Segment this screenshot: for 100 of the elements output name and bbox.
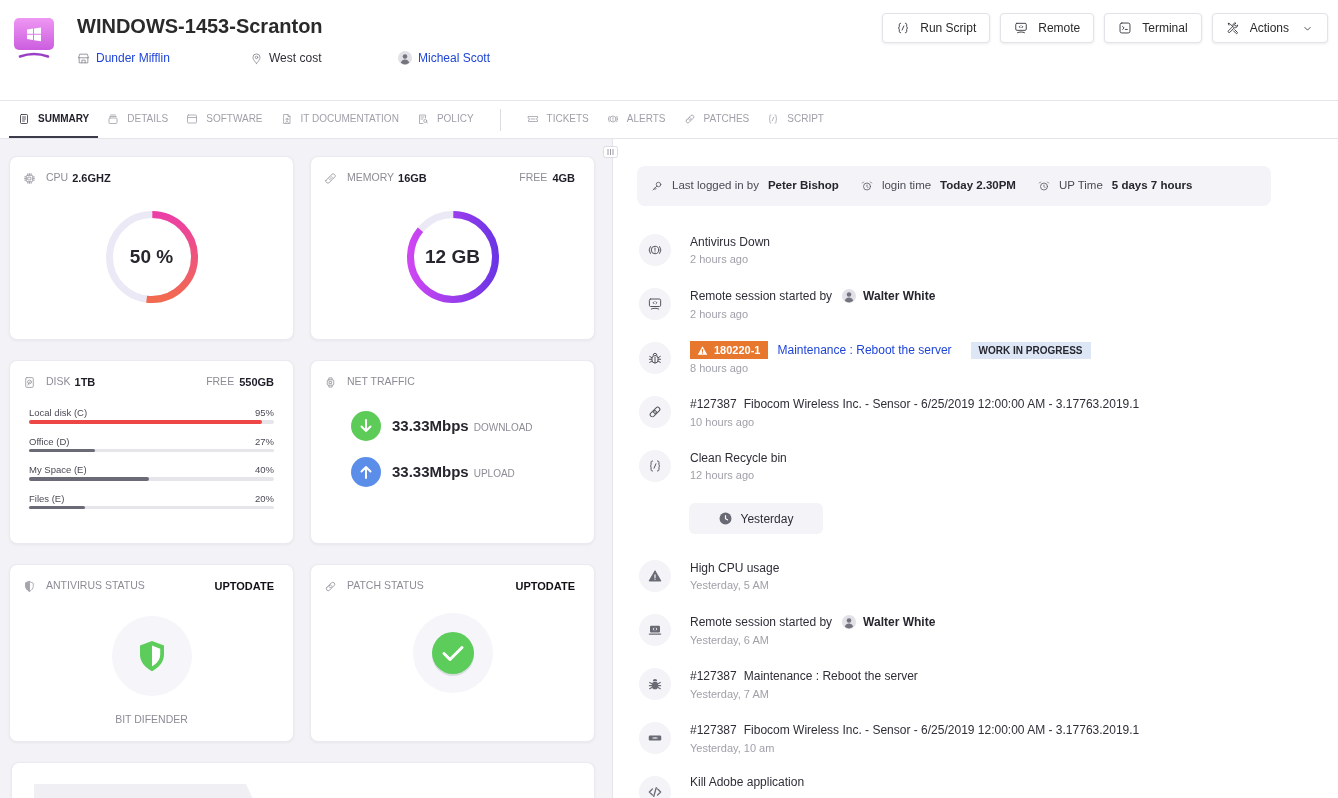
tools-icon	[1225, 21, 1240, 35]
card-label: CPU	[46, 170, 69, 186]
entry-title: High CPU usage	[690, 560, 780, 576]
alarm-clock-icon	[860, 180, 873, 192]
card-label: ANTIVIRUS STATUS	[46, 578, 145, 594]
date-label: Yesterday	[740, 510, 794, 528]
hard-drive-icon	[23, 375, 36, 389]
location-name: West cost	[269, 50, 322, 67]
disk-percent: 27%	[255, 435, 274, 448]
entry-time: 2 hours ago	[690, 251, 750, 266]
monitor-code-icon	[1014, 21, 1029, 35]
actions-button[interactable]: Actions	[1211, 13, 1328, 43]
memory-stick-icon	[324, 171, 337, 185]
entry-title: Kill Adobe application	[690, 775, 805, 790]
drag-handle-icon[interactable]	[603, 146, 618, 158]
entry-title: Clean Recycle bin	[690, 450, 787, 466]
card-value: 16GB	[398, 170, 427, 186]
key-icon	[651, 180, 663, 192]
free-value: 550GB	[239, 374, 274, 390]
entry-time: 2 hours ago	[690, 307, 750, 321]
stack-icon	[107, 112, 120, 125]
shield-icon	[23, 579, 36, 593]
rate-value: 33.33Mbps	[392, 461, 469, 482]
user-name: Walter White	[863, 288, 936, 305]
entry-title: Remote session started by	[690, 288, 833, 304]
document-search-icon	[416, 112, 429, 125]
terminal-icon	[1118, 21, 1133, 35]
entry-title: Fibocom Wireless Inc. - Sensor - 6/25/2019 12:00:00 AM - 3.17763.2019.1	[743, 722, 1140, 738]
clock-icon	[718, 512, 732, 525]
company-name[interactable]: Dunder Mifflin	[96, 49, 170, 67]
upload-icon	[351, 457, 381, 487]
run-script-button[interactable]: Run Script	[882, 13, 991, 43]
ticket-id: 180220-1	[714, 342, 761, 358]
card-value: 2.6GHZ	[72, 170, 111, 186]
info-label: Last logged in by	[672, 178, 759, 194]
bug-icon	[639, 342, 671, 374]
check-circle-icon	[412, 613, 493, 693]
card-label: PATCH STATUS	[347, 578, 424, 594]
entry-time: Yesterday, 10 am	[690, 741, 776, 755]
computer-logo-icon	[14, 18, 54, 58]
gauge-reading: 50 %	[129, 244, 174, 269]
alert-icon	[606, 112, 619, 125]
bandage-icon	[639, 396, 671, 428]
disk-percent: 40%	[255, 464, 274, 476]
avatar-icon	[398, 51, 412, 65]
ticket-link[interactable]: Maintenance : Reboot the server	[777, 341, 952, 359]
shield-icon	[111, 616, 192, 696]
disk-name: Office (D)	[29, 435, 70, 448]
remote-button[interactable]: Remote	[1000, 13, 1095, 43]
ticket-number: #127387	[690, 668, 737, 685]
product-name: BIT DIFENDER	[115, 713, 188, 725]
device-icon	[324, 375, 337, 389]
ticket-number: #127387	[690, 396, 737, 413]
alarm-clock-icon	[1037, 180, 1050, 192]
entry-title: Antivirus Down	[690, 234, 771, 250]
download-icon	[351, 411, 381, 441]
alert-icon	[639, 234, 671, 266]
card-label: DISK	[46, 374, 71, 390]
disk-name: Local disk (C)	[29, 407, 88, 419]
info-value: 5 days 7 hours	[1111, 178, 1193, 194]
monitor-code-icon	[639, 288, 671, 320]
free-label: FREE	[519, 170, 548, 186]
user-name[interactable]: Micheal Scott	[418, 49, 491, 67]
rate-value: 33.33Mbps	[392, 415, 469, 436]
info-label: login time	[881, 178, 932, 194]
avatar-icon	[842, 615, 857, 629]
info-value: Today 2.30PM	[940, 178, 1016, 194]
status-text: UPTODATE	[214, 578, 274, 594]
card-label: MEMORY	[347, 170, 395, 186]
avatar-icon	[842, 289, 857, 303]
device-title: WINDOWS-1453-Scranton	[77, 14, 323, 39]
card-value: 1TB	[74, 374, 96, 390]
free-value: 4GB	[552, 170, 575, 186]
bandage-icon	[683, 112, 696, 125]
entry-time: 12 hours ago	[690, 467, 756, 482]
gauge-reading: 12 GB	[425, 244, 480, 269]
card-label: NET TRAFFIC	[347, 374, 415, 390]
braces-icon	[896, 21, 911, 35]
warning-icon	[639, 560, 671, 592]
rate-label: DOWNLOAD	[473, 421, 533, 435]
entry-time: Yesterday, 5 AM	[690, 577, 770, 592]
user-name: Walter White	[863, 614, 936, 631]
document-icon	[18, 112, 30, 125]
terminal-button[interactable]: Terminal	[1104, 13, 1202, 43]
disk-name: Files (E)	[29, 492, 65, 505]
bandage-icon	[324, 579, 337, 593]
entry-title: Remote session started by	[690, 614, 833, 630]
disk-name: My Space (E)	[29, 464, 87, 476]
store-icon	[77, 51, 90, 65]
bug-icon	[639, 668, 671, 700]
file-icon	[280, 112, 293, 125]
warning-icon	[697, 344, 708, 356]
entry-time: 10 hours ago	[690, 415, 756, 429]
rate-label: UPLOAD	[473, 467, 515, 481]
entry-time: Yesterday, 7 AM	[690, 687, 770, 701]
disk-percent: 20%	[255, 492, 274, 505]
window-icon	[186, 112, 199, 125]
free-label: FREE	[206, 374, 235, 390]
ticket-number: #127387	[690, 722, 737, 739]
braces-icon	[639, 450, 671, 482]
